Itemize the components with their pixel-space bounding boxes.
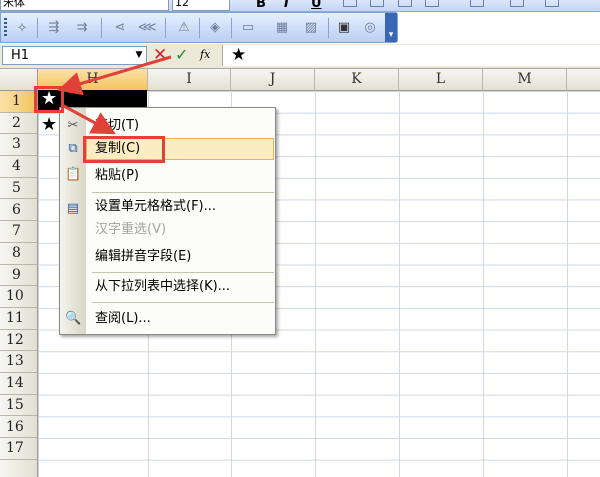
arrow-to-copy: [61, 103, 116, 135]
annotation-arrows: [57, 55, 172, 135]
arrow-to-cell: [57, 55, 172, 96]
